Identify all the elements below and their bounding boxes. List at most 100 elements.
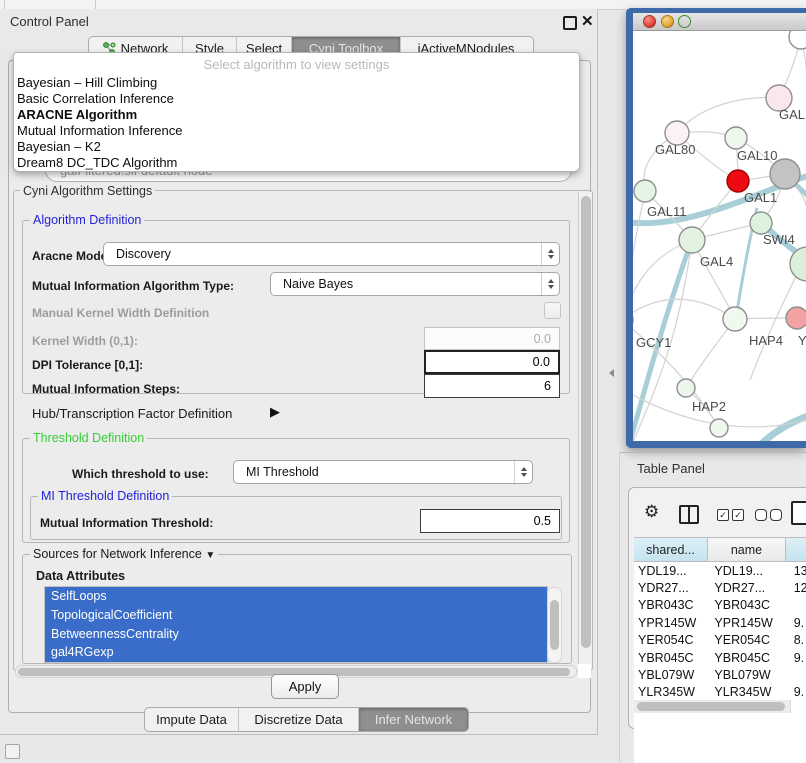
panel-splitter-arrow-icon[interactable] [609, 369, 614, 377]
bottom-tabbar: Impute Data Discretize Data Infer Networ… [144, 707, 469, 732]
network-node-gal10[interactable] [725, 127, 747, 149]
algorithm-option-selected[interactable]: ARACNE Algorithm [17, 107, 567, 123]
tab-impute-data[interactable]: Impute Data [145, 708, 239, 731]
node-label: GAL11 [647, 204, 687, 219]
select-all-icon[interactable]: ✓✓ [717, 509, 744, 521]
network-node-red-selected[interactable] [727, 170, 749, 192]
manual-kernel-width-checkbox[interactable] [544, 302, 561, 319]
attribute-item-selected[interactable]: gal4RGexp [45, 643, 547, 662]
algorithm-option[interactable]: Bayesian – K2 [17, 139, 567, 155]
cell: YBL079W [634, 668, 709, 682]
collapse-arrow-icon[interactable]: ▼ [205, 550, 215, 561]
dpi-tolerance-value: 0.0 [533, 355, 550, 369]
hub-definition-label: Hub/Transcription Factor Definition [32, 406, 232, 421]
kernel-width-field[interactable]: 0.0 [424, 327, 560, 350]
document-icon[interactable] [791, 501, 806, 525]
cell: YER054C [634, 633, 709, 647]
column-header-partial[interactable] [786, 538, 806, 561]
collapsed-panel-icon[interactable] [5, 744, 20, 759]
network-window-titlebar[interactable] [633, 13, 806, 31]
tab-discretize-data[interactable]: Discretize Data [239, 708, 359, 731]
network-node-gal4[interactable] [679, 227, 705, 253]
column-header-shared-name[interactable]: shared... [634, 538, 708, 561]
table-row[interactable]: YER054CYER054C8. [634, 632, 806, 649]
kernel-width-value: 0.0 [534, 332, 551, 346]
network-node[interactable] [789, 31, 806, 49]
close-traffic-light-icon[interactable] [643, 15, 656, 28]
network-node-swi4[interactable] [750, 212, 772, 234]
mi-threshold-value: 0.5 [534, 514, 551, 528]
attributes-scrollbar[interactable] [547, 587, 562, 663]
network-node-gray[interactable] [770, 159, 800, 189]
tab-label: Infer Network [375, 712, 452, 727]
cell: 9. [790, 685, 806, 699]
dpi-tolerance-field[interactable]: 0.0 [424, 350, 560, 374]
cell: YPR145W [634, 616, 709, 630]
table-row[interactable]: YBL079WYBL079W [634, 666, 806, 683]
gear-icon[interactable]: ⚙ [644, 502, 659, 522]
tab-label: Discretize Data [254, 712, 342, 727]
table-scrollbar-horizontal[interactable] [634, 700, 790, 713]
attribute-item-selected[interactable]: TopologicalCoefficient [45, 606, 547, 625]
table-row[interactable]: YPR145WYPR145W9. [634, 614, 806, 631]
screen: { "app": {"title": "Control Panel"}, "ta… [0, 0, 806, 762]
dpi-tolerance-label: DPI Tolerance [0,1]: [32, 358, 143, 372]
mi-threshold-field[interactable]: 0.5 [420, 509, 560, 533]
settings-scrollbar-vertical[interactable] [578, 192, 592, 667]
minimize-traffic-light-icon[interactable] [661, 15, 674, 28]
spinner-icon [514, 461, 532, 483]
cell: YBR043C [634, 598, 709, 612]
network-node[interactable] [634, 180, 656, 202]
node-label: GAL10 [737, 148, 777, 163]
node-label: Y [798, 333, 806, 348]
network-node-hap4[interactable] [723, 307, 747, 331]
algorithm-option[interactable]: Mutual Information Inference [17, 123, 567, 139]
apply-button[interactable]: Apply [271, 674, 339, 699]
scrollbar-thumb[interactable] [581, 196, 591, 648]
close-icon[interactable]: ✕ [581, 12, 594, 30]
network-node[interactable] [710, 419, 728, 437]
scrollbar-thumb[interactable] [637, 702, 785, 711]
columns-icon[interactable] [679, 505, 699, 524]
algorithm-option[interactable]: Bayesian – Hill Climbing [17, 75, 567, 91]
attribute-item-selected[interactable]: SelfLoops [45, 587, 547, 606]
table-row[interactable]: YBR043CYBR043C [634, 597, 806, 614]
attribute-item-selected[interactable]: BetweennessCentrality [45, 625, 547, 644]
data-attributes-list[interactable]: SelfLoops TopologicalCoefficient Between… [44, 586, 548, 663]
table-row[interactable]: YDR27...YDR27...12 [634, 579, 806, 596]
network-canvas[interactable]: GAL GAL80 GAL10 GAL1 GAL11 SWI4 GAL4 GCY… [633, 31, 806, 441]
cell: YDR27... [709, 581, 789, 595]
cell: YDL19... [634, 564, 709, 578]
node-label: GCY1 [636, 335, 671, 350]
network-node-hap2[interactable] [677, 379, 695, 397]
panel-divider-vertical [619, 452, 620, 762]
cell: YPR145W [709, 616, 789, 630]
mi-steps-field[interactable]: 6 [424, 374, 560, 398]
control-panel-title: Control Panel [10, 14, 89, 29]
cell: YBR045C [709, 651, 789, 665]
deselect-all-icon[interactable] [755, 509, 782, 521]
zoom-traffic-light-icon[interactable] [678, 15, 691, 28]
table-row[interactable]: YDL19...YDL19...13 [634, 562, 806, 579]
aracne-mode-combobox[interactable]: Discovery [103, 242, 560, 266]
network-node-pink[interactable] [786, 307, 806, 329]
table-row[interactable]: YBR045CYBR045C9. [634, 649, 806, 666]
scrollbar-thumb[interactable] [550, 600, 559, 650]
column-header-name[interactable]: name [708, 538, 786, 561]
cell: 13 [790, 564, 806, 578]
algorithm-option[interactable]: Basic Correlation Inference [17, 91, 567, 107]
which-threshold-combobox[interactable]: MI Threshold [233, 460, 533, 484]
toolbar-divider [95, 0, 96, 9]
mi-steps-label: Mutual Information Steps: [32, 382, 180, 396]
table-row[interactable]: YLR345WYLR345W9. [634, 684, 806, 701]
mi-algorithm-type-combobox[interactable]: Naive Bayes [270, 272, 560, 296]
mi-threshold-label: Mutual Information Threshold: [40, 516, 213, 530]
expand-arrow-icon[interactable]: ▶ [270, 404, 280, 420]
node-label: HAP4 [749, 333, 783, 348]
node-label: HAP2 [692, 399, 726, 414]
float-window-icon[interactable] [563, 16, 577, 30]
mi-algorithm-type-label: Mutual Information Algorithm Type: [32, 279, 234, 293]
tab-infer-network[interactable]: Infer Network [359, 708, 468, 731]
algorithm-option[interactable]: Dream8 DC_TDC Algorithm [17, 155, 567, 171]
control-panel-window: Control Panel ✕ Network Style Select Cyn… [0, 9, 598, 735]
